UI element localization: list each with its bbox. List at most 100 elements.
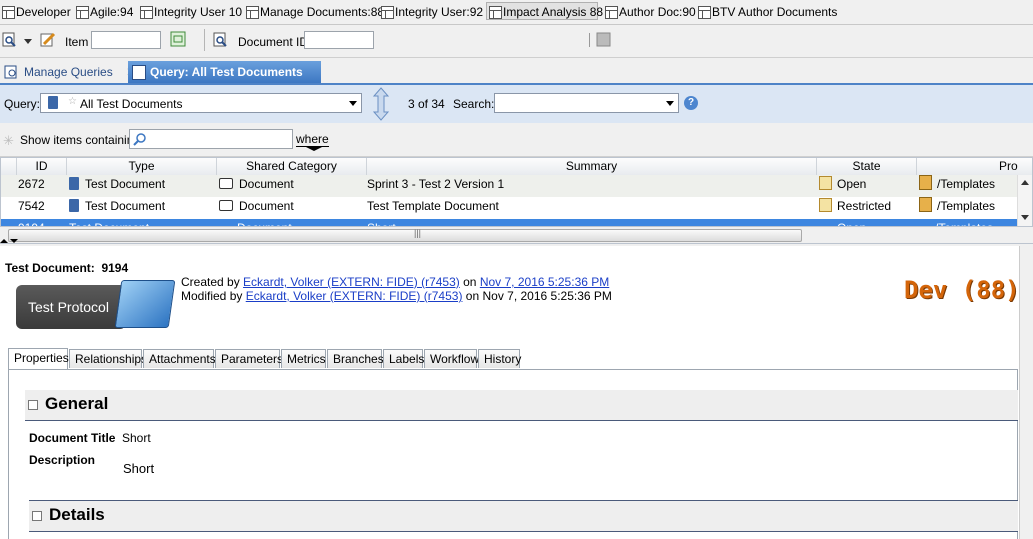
section-general[interactable]: General (25, 390, 1018, 421)
tab-branches[interactable]: Branches (327, 349, 384, 368)
search-select[interactable] (494, 93, 679, 113)
column-header-summary[interactable]: Summary (367, 158, 817, 175)
bookmark-label: Author Doc:90 (619, 5, 696, 19)
query-selected: All Test Documents (80, 97, 183, 111)
modified-by-link[interactable]: Eckardt, Volker (EXTERN: FIDE) (r7453) (246, 289, 463, 303)
go-icon[interactable] (170, 31, 188, 49)
document-icon (132, 65, 146, 80)
field-value-description: Short (123, 461, 155, 476)
splitter-down-icon[interactable] (10, 239, 18, 243)
vertical-scrollbar[interactable] (1017, 175, 1032, 226)
scroll-thumb[interactable]: ||| (8, 228, 802, 242)
search-icon (133, 133, 146, 146)
cell-type: Test Document (69, 219, 149, 226)
bookmark-agile[interactable]: Agile:94 (74, 3, 133, 21)
column-header-shared-category[interactable]: Shared Category (217, 158, 367, 175)
environment-badge: Dev (88) (904, 276, 1020, 304)
filter-input[interactable] (129, 129, 293, 149)
chevron-down-icon (306, 147, 322, 151)
table-row[interactable]: 7542 Test Document Document Test Templat… (1, 197, 1017, 219)
bookmark-integrity-user-92[interactable]: Integrity User:92 (379, 3, 483, 21)
cell-id: 9194 (18, 219, 45, 226)
tab-workflow[interactable]: Workflow (424, 349, 479, 368)
column-header-id[interactable]: ID (17, 158, 67, 175)
item-input[interactable] (91, 31, 161, 49)
tab-relationships[interactable]: Relationships (69, 349, 147, 368)
bookmark-icon (2, 6, 15, 19)
bookmark-icon (76, 6, 89, 19)
query-select[interactable]: ☆ All Test Documents (40, 93, 362, 113)
collapse-icon[interactable] (28, 400, 38, 410)
document-id-input[interactable] (304, 31, 374, 49)
tab-attachments[interactable]: Attachments (143, 349, 216, 368)
tab-labels[interactable]: Labels (383, 349, 424, 368)
bookmark-impact-analysis[interactable]: Impact Analysis 88 (486, 2, 603, 20)
bookmark-developer[interactable]: Developer (0, 3, 71, 21)
field-label-description: Description (29, 453, 96, 467)
project-icon (919, 175, 932, 190)
filter-bar: ✳ Show items containing where (0, 124, 1033, 157)
item-label: Item (65, 35, 89, 49)
column-header-type[interactable]: Type (67, 158, 217, 175)
detail-heading: Test Document: 9194 (5, 261, 129, 275)
disabled-tool-icon (596, 32, 611, 47)
tab-query-all-test-documents[interactable]: Query: All Test Documents (128, 61, 321, 83)
book-icon (114, 280, 176, 328)
collapse-icon[interactable] (32, 511, 42, 521)
bookmark-integrity-user-10[interactable]: Integrity User 10 (138, 3, 242, 21)
grip-icon: ||| (414, 228, 422, 238)
project-icon (919, 197, 932, 212)
tab-strip: Manage Queries ✕ Query: All Test Documen… (0, 61, 1033, 85)
scroll-down-icon[interactable] (1021, 215, 1029, 220)
state-restricted-icon (819, 198, 832, 212)
where-button[interactable]: where (296, 132, 329, 147)
expand-collapse-icon[interactable] (372, 87, 390, 121)
logo: Test Protocol (16, 285, 126, 329)
toolbar-separator (204, 29, 205, 51)
scroll-up-icon[interactable] (1021, 180, 1029, 185)
tab-manage-queries[interactable]: Manage Queries ✕ (2, 62, 142, 82)
created-info: Created by Eckardt, Volker (EXTERN: FIDE… (181, 275, 610, 289)
tab-metrics[interactable]: Metrics (281, 349, 326, 368)
toolbar-separator (589, 33, 590, 47)
tab-history[interactable]: History (478, 349, 521, 368)
created-date-link[interactable]: Nov 7, 2016 5:25:36 PM (480, 275, 609, 289)
bookmark-author-doc[interactable]: Author Doc:90 (603, 3, 696, 21)
cell-category: Document (237, 219, 292, 226)
splitter-up-icon[interactable] (0, 239, 8, 243)
field-value-document-title: Short (122, 431, 151, 445)
search-label: Search: (453, 97, 495, 111)
table-row-selected[interactable]: 9194 Test Document Document Short Open /… (1, 219, 1017, 226)
cell-summary: Test Template Document (367, 199, 499, 213)
grid-header: ID Type Shared Category Summary State Pr… (1, 158, 1032, 176)
horizontal-scrollbar[interactable]: ||| (0, 227, 1033, 244)
bookmark-label: BTV Author Documents (712, 5, 838, 19)
chevron-down-icon[interactable] (24, 39, 32, 44)
bookmark-btv-author-documents[interactable]: BTV Author Documents (696, 3, 837, 21)
table-row[interactable]: 2672 Test Document Document Sprint 3 - T… (1, 175, 1017, 197)
document-icon (69, 199, 79, 212)
edit-icon[interactable] (40, 32, 56, 48)
spinner-icon: ✳ (3, 133, 14, 148)
tab-parameters[interactable]: Parameters (215, 349, 283, 368)
created-by-link[interactable]: Eckardt, Volker (EXTERN: FIDE) (r7453) (243, 275, 460, 289)
bookmark-icon (698, 6, 711, 19)
detail-scrollbar[interactable] (1019, 246, 1033, 539)
chevron-down-icon (349, 101, 357, 106)
bookmark-label: Impact Analysis 88 (503, 5, 604, 19)
document-search-icon[interactable] (213, 32, 229, 48)
column-header-state[interactable]: State (817, 158, 917, 175)
help-icon[interactable]: ? (684, 96, 698, 110)
section-details[interactable]: Details (29, 500, 1018, 532)
bookmark-label: Manage Documents:88 (260, 5, 385, 19)
cell-state: Open (819, 175, 866, 193)
cell-state: Open (837, 219, 866, 226)
chevron-down-icon (666, 101, 674, 106)
cell-type: Test Document (69, 197, 165, 215)
bookmark-manage-documents[interactable]: Manage Documents:88 (244, 3, 384, 21)
column-header-project[interactable]: Pro (917, 158, 1032, 175)
category-icon (219, 200, 233, 211)
tab-properties[interactable]: Properties (8, 348, 69, 369)
search-icon[interactable] (2, 32, 18, 48)
results-grid: ID Type Shared Category Summary State Pr… (0, 157, 1033, 227)
